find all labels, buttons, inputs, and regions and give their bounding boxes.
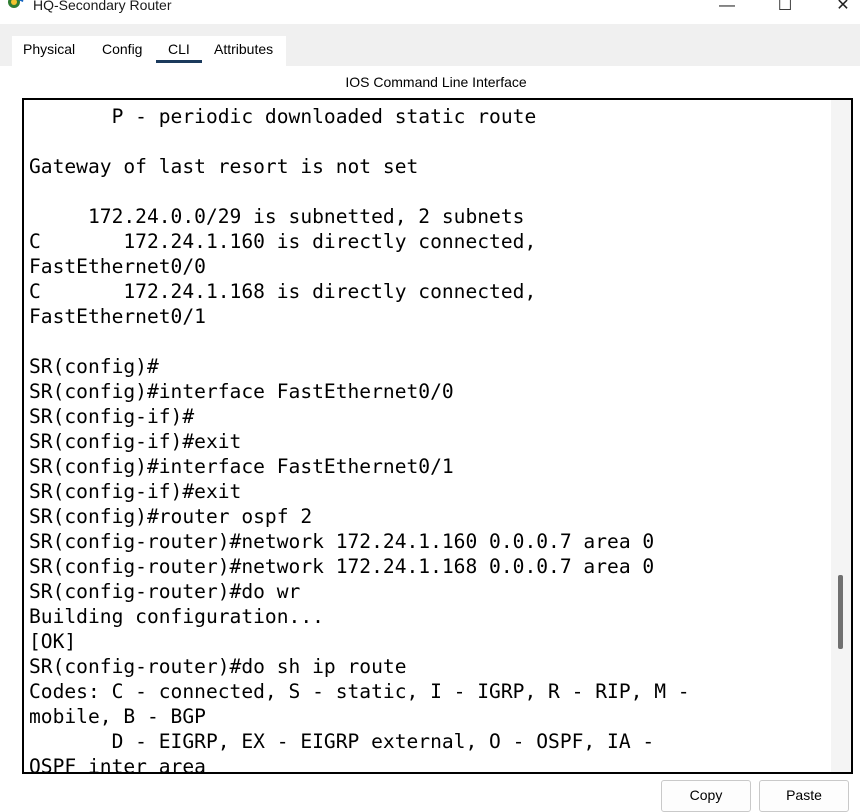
minimize-button[interactable]: — bbox=[704, 0, 750, 20]
title-bar: HQ-Secondary Router — ☐ ✕ bbox=[0, 0, 860, 24]
terminal-line: OSPF inter area bbox=[29, 755, 206, 774]
terminal-line: mobile, B - BGP bbox=[29, 705, 206, 728]
scrollbar-thumb[interactable] bbox=[838, 575, 843, 649]
tab-attributes[interactable]: Attributes bbox=[214, 41, 273, 57]
close-icon: ✕ bbox=[836, 0, 850, 14]
app-icon bbox=[6, 0, 26, 12]
terminal-line: SR(config)# bbox=[29, 355, 159, 378]
terminal-line: SR(config)#router ospf 2 bbox=[29, 505, 313, 528]
terminal-line: Codes: C - connected, S - static, I - IG… bbox=[29, 680, 690, 703]
tab-config[interactable]: Config bbox=[102, 41, 142, 57]
cli-heading: IOS Command Line Interface bbox=[345, 74, 527, 90]
terminal-line: SR(config)#interface FastEthernet0/1 bbox=[29, 455, 454, 478]
terminal-line: SR(config-if)#exit bbox=[29, 430, 242, 453]
terminal-line: SR(config-router)#network 172.24.1.160 0… bbox=[29, 530, 655, 553]
terminal-line: D - EIGRP, EX - EIGRP external, O - OSPF… bbox=[29, 730, 655, 753]
terminal-line: [OK] bbox=[29, 630, 77, 653]
terminal-scrollbar[interactable] bbox=[831, 100, 851, 772]
maximize-icon: ☐ bbox=[777, 0, 793, 14]
terminal-line: SR(config-router)#network 172.24.1.168 0… bbox=[29, 555, 655, 578]
terminal-line: 172.24.0.0/29 is subnetted, 2 subnets bbox=[29, 205, 525, 228]
terminal-line: SR(config)#interface FastEthernet0/0 bbox=[29, 380, 454, 403]
terminal-line: C 172.24.1.160 is directly connected, bbox=[29, 230, 537, 253]
terminal-line: P - periodic downloaded static route bbox=[29, 105, 537, 128]
active-tab-indicator bbox=[156, 60, 202, 63]
terminal-line: FastEthernet0/1 bbox=[29, 305, 206, 328]
minimize-icon: — bbox=[719, 0, 735, 14]
copy-button[interactable]: Copy bbox=[661, 780, 751, 812]
terminal-line: Gateway of last resort is not set bbox=[29, 155, 419, 178]
close-button[interactable]: ✕ bbox=[820, 0, 860, 20]
terminal-line: SR(config-if)# bbox=[29, 405, 195, 428]
terminal-line: FastEthernet0/0 bbox=[29, 255, 206, 278]
terminal-line: Building configuration... bbox=[29, 605, 324, 628]
maximize-button[interactable]: ☐ bbox=[762, 0, 808, 20]
cli-terminal[interactable]: P - periodic downloaded static route Gate… bbox=[22, 98, 853, 774]
terminal-line: C 172.24.1.168 is directly connected, bbox=[29, 280, 537, 303]
window-title: HQ-Secondary Router bbox=[33, 0, 172, 13]
terminal-line: SR(config-router)#do sh ip route bbox=[29, 655, 407, 678]
tab-cli[interactable]: CLI bbox=[168, 41, 190, 57]
terminal-line: SR(config-router)#do wr bbox=[29, 580, 301, 603]
terminal-line: SR(config-if)#exit bbox=[29, 480, 242, 503]
paste-button[interactable]: Paste bbox=[759, 780, 849, 812]
tab-physical[interactable]: Physical bbox=[23, 41, 75, 57]
terminal-output[interactable]: P - periodic downloaded static route Gate… bbox=[29, 100, 690, 774]
